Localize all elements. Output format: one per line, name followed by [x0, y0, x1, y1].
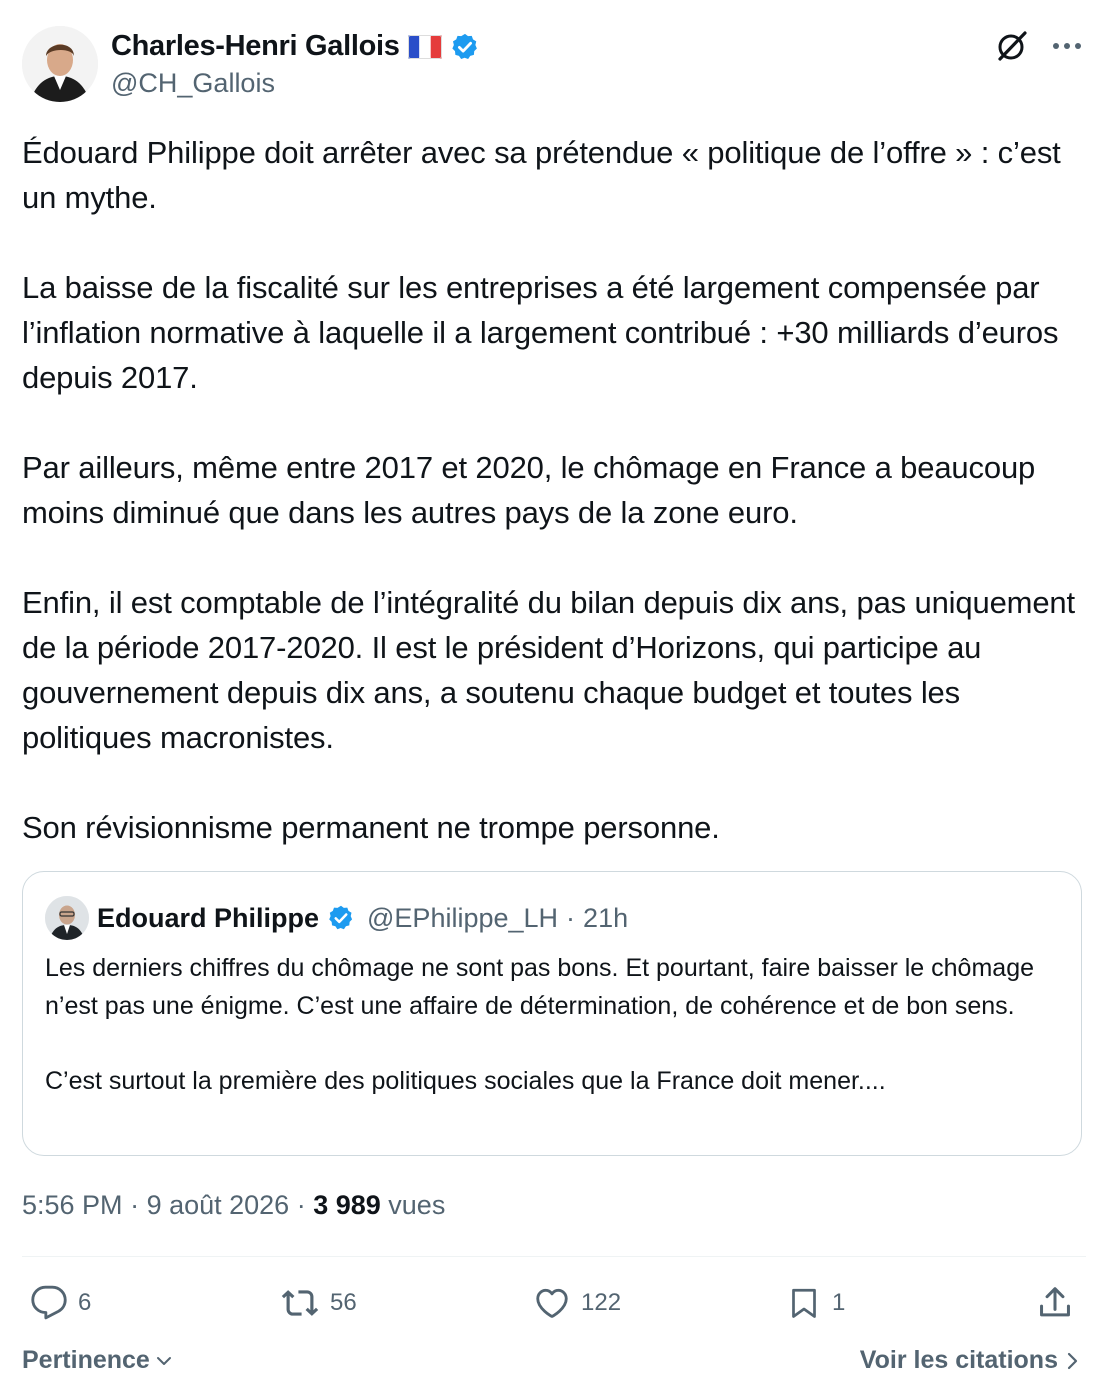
repost-icon — [280, 1284, 320, 1322]
bookmark-count: 1 — [832, 1289, 846, 1316]
reply-button[interactable]: 6 — [30, 1284, 91, 1322]
post-date[interactable]: 9 août 2026 — [147, 1190, 290, 1220]
chevron-down-icon — [154, 1351, 174, 1371]
meta-separator: · — [289, 1190, 314, 1220]
author-avatar[interactable] — [22, 26, 98, 102]
share-icon — [1036, 1284, 1074, 1322]
quoted-author-avatar[interactable] — [45, 896, 89, 940]
view-quotes-label: Voir les citations — [859, 1346, 1058, 1374]
divider — [22, 1256, 1086, 1257]
author-handle[interactable]: @CH_Gallois — [111, 68, 275, 99]
views-label: vues — [380, 1190, 446, 1220]
view-quotes-link[interactable]: Voir les citations — [860, 1346, 1080, 1375]
reply-icon — [30, 1284, 68, 1322]
repost-button[interactable]: 56 — [280, 1284, 357, 1322]
repost-count: 56 — [330, 1289, 357, 1316]
like-count: 122 — [581, 1289, 622, 1316]
meta-separator: · — [566, 902, 576, 933]
quoted-post-header: Edouard Philippe @EPhilippe_LH · 21h — [45, 896, 628, 940]
quoted-author-handle[interactable]: @EPhilippe_LH — [367, 903, 558, 934]
sort-dropdown[interactable]: Pertinence — [22, 1346, 174, 1375]
more-icon[interactable] — [1052, 41, 1082, 51]
quoted-post-card[interactable]: Edouard Philippe @EPhilippe_LH · 21h Les… — [22, 871, 1082, 1156]
reply-count: 6 — [78, 1289, 92, 1316]
author-name-row[interactable]: Charles-Henri Gallois — [111, 30, 480, 63]
quoted-author-name[interactable]: Edouard Philippe — [97, 903, 319, 934]
top-actions — [994, 28, 1082, 64]
heart-icon — [533, 1284, 571, 1322]
author-name[interactable]: Charles-Henri Gallois — [111, 30, 400, 63]
post-meta: 5:56 PM · 9 août 2026 · 3 989 vues — [22, 1190, 445, 1221]
quoted-post-text: Les derniers chiffres du chômage ne sont… — [45, 954, 1035, 1095]
share-button[interactable] — [1036, 1284, 1074, 1322]
bookmark-icon — [786, 1284, 822, 1322]
france-flag-icon — [407, 34, 442, 59]
like-button[interactable]: 122 — [533, 1284, 621, 1322]
post-time[interactable]: 5:56 PM — [22, 1190, 123, 1220]
verified-badge-icon — [327, 904, 355, 932]
sort-label: Pertinence — [22, 1346, 150, 1374]
verified-badge-icon — [450, 32, 480, 62]
action-bar: 6 56 122 1 — [0, 1280, 1108, 1326]
chevron-right-icon — [1066, 1350, 1080, 1372]
bookmark-button[interactable]: 1 — [786, 1284, 845, 1322]
views-count: 3 989 — [313, 1190, 381, 1220]
grok-icon[interactable] — [994, 28, 1030, 64]
quoted-post-time[interactable]: 21h — [583, 903, 628, 934]
meta-separator: · — [122, 1190, 147, 1220]
post-text: Édouard Philippe doit arrêter avec sa pr… — [22, 135, 1075, 845]
